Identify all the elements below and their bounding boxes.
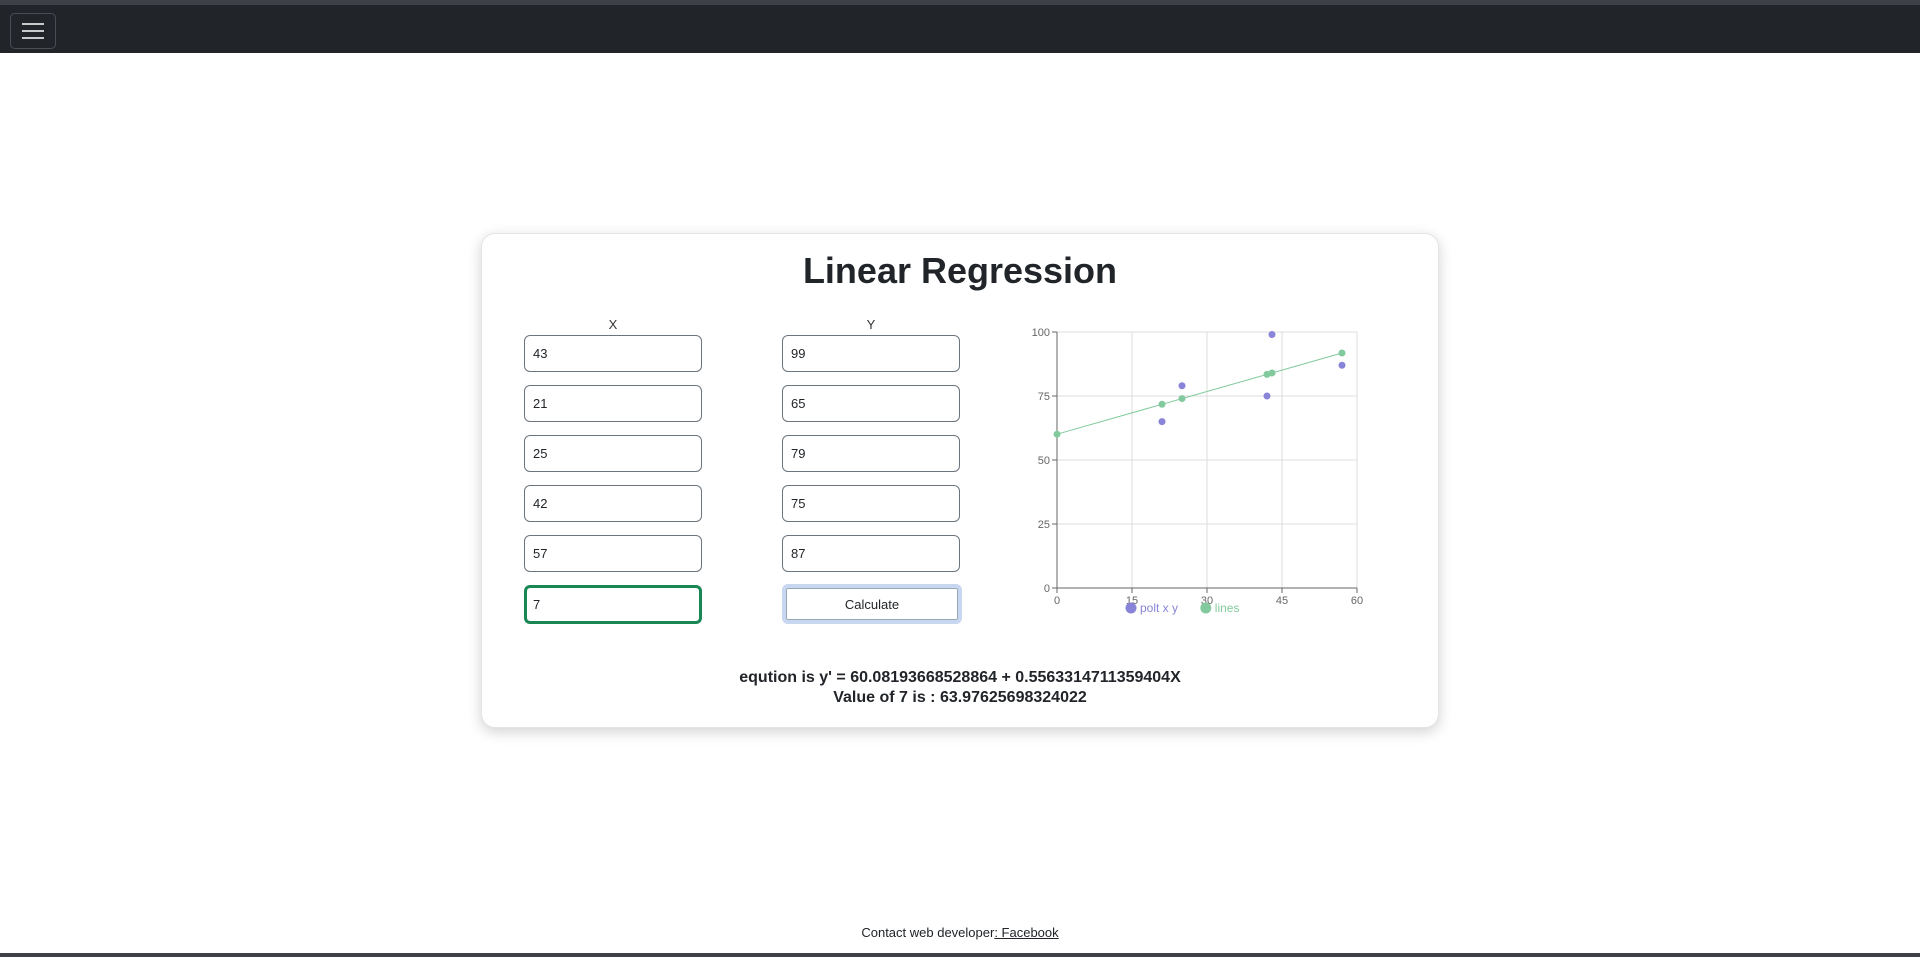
- data-point: [1178, 395, 1186, 403]
- y-tick-label: 75: [1038, 391, 1050, 403]
- y-tick-label: 100: [1032, 327, 1050, 339]
- regression-chart: 0 15 30 45 600255075100polt x y lines: [1032, 327, 1363, 615]
- equation-text: eqution is y' = 60.08193668528864 + 0.55…: [739, 669, 1181, 686]
- y-tick-label: 25: [1038, 519, 1050, 531]
- x-input-1[interactable]: [524, 335, 702, 372]
- y-input-1[interactable]: [782, 335, 960, 372]
- data-point: [1268, 369, 1276, 377]
- x-input-5[interactable]: [524, 535, 702, 572]
- y-column-label: Y: [866, 317, 876, 332]
- x-input-2[interactable]: [524, 385, 702, 422]
- x-tick-label: 45: [1276, 595, 1288, 607]
- facebook-link[interactable]: : Facebook: [994, 925, 1058, 940]
- x-tick-label: 0: [1054, 595, 1060, 607]
- x-input-3[interactable]: [524, 435, 702, 472]
- navbar-toggle-button[interactable]: [10, 13, 56, 49]
- data-point: [1268, 331, 1276, 339]
- footer-text: Contact web developer: [861, 925, 995, 940]
- data-point: [1053, 430, 1061, 438]
- y-tick-label: 50: [1038, 455, 1050, 467]
- legend-label: lines: [1215, 601, 1240, 615]
- legend-label: polt x y: [1140, 601, 1178, 615]
- prediction-text: Value of 7 is : 63.97625698324022: [833, 689, 1087, 706]
- data-point: [1263, 392, 1271, 400]
- regression-card: Linear Regression X Y Calculate 01530456…: [481, 233, 1439, 728]
- hamburger-icon: [22, 23, 44, 39]
- x-input-4[interactable]: [524, 485, 702, 522]
- y-input-4[interactable]: [782, 485, 960, 522]
- data-point: [1338, 361, 1346, 369]
- x-tick-label: 60: [1351, 595, 1363, 607]
- page-title: Linear Regression: [802, 250, 1118, 291]
- data-point: [1158, 418, 1166, 426]
- legend-marker: [1200, 602, 1212, 614]
- data-point: [1158, 400, 1166, 408]
- y-input-2[interactable]: [782, 385, 960, 422]
- legend-marker: [1125, 602, 1137, 614]
- calculate-button[interactable]: Calculate: [782, 584, 962, 624]
- x-column-label: X: [608, 317, 618, 332]
- data-point: [1338, 349, 1346, 357]
- series-line-lines: [1056, 352, 1343, 435]
- y-tick-label: 0: [1044, 583, 1050, 595]
- top-navbar: [0, 0, 1920, 53]
- data-point: [1178, 382, 1186, 390]
- predict-x-input[interactable]: [524, 585, 702, 624]
- footer: Contact web developer: Facebook: [0, 925, 1920, 940]
- bottom-bar: [0, 953, 1920, 957]
- y-input-3[interactable]: [782, 435, 960, 472]
- y-input-5[interactable]: [782, 535, 960, 572]
